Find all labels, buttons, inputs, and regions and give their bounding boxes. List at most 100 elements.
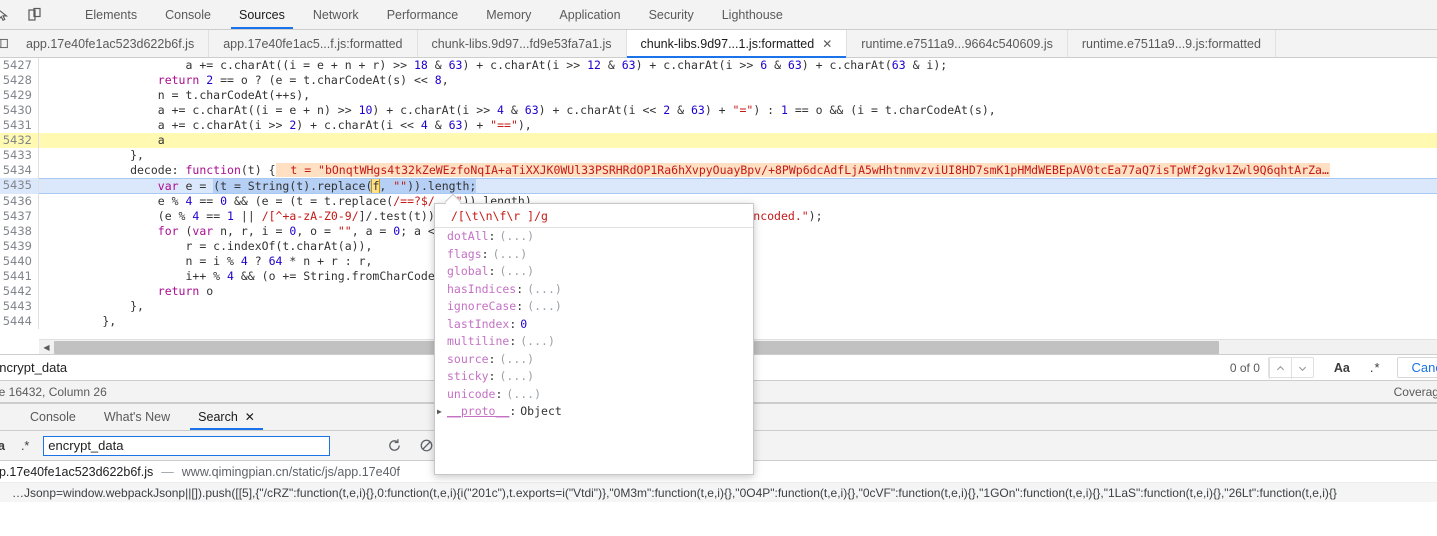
line-number[interactable]: 5438 [0,224,39,239]
line-number[interactable]: 5441 [0,269,39,284]
drawer-tab-search[interactable]: Search ✕ [184,404,269,430]
property-value[interactable]: (...) [493,246,528,264]
find-next-icon[interactable] [1290,358,1313,379]
code-line[interactable]: 5434 decode: function(t) { t = "bOnqtWHg… [0,163,1437,178]
find-match-case-button[interactable]: Aa [1324,361,1360,375]
file-tab-chunk-libs-js[interactable]: chunk-libs.9d97...fd9e53fa7a1.js [418,30,627,57]
line-number[interactable]: 5434 [0,163,39,178]
line-number[interactable]: 5428 [0,73,39,88]
code-text[interactable]: }, [39,148,1437,163]
code-line[interactable]: 5431 a += c.charAt(i >> 2) + c.charAt(i … [0,118,1437,133]
scroll-left-arrow-icon[interactable]: ◀ [39,339,54,355]
object-popover[interactable]: /[\t\n\f\r ]/g dotAll: (...) flags: (...) gl… [434,203,754,475]
close-icon[interactable]: ✕ [245,410,255,424]
code-line[interactable]: 5428 return 2 == o ? (e = t.charCodeAt(s… [0,73,1437,88]
code-text[interactable]: return 2 == o ? (e = t.charCodeAt(s) << … [39,73,1437,88]
close-icon[interactable]: ✕ [822,37,832,51]
popover-property-row[interactable]: unicode: (...) [435,386,753,404]
code-line[interactable]: 5433 }, [0,148,1437,163]
file-tab-label: app.17e40fe1ac5...f.js:formatted [223,36,403,51]
code-text[interactable]: var e = (t = String(t).replace(f, "")).l… [39,178,1437,194]
line-number[interactable]: 5439 [0,239,39,254]
search-result-snippet[interactable]: …Jsonp=window.webpackJsonp||[]).push([[5… [0,482,1437,502]
popover-property-row[interactable]: multiline: (...) [435,333,753,351]
find-cancel-button[interactable]: Cancel [1396,357,1437,378]
line-number[interactable]: 5432 [0,133,39,148]
line-number[interactable]: 5436 [0,194,39,209]
drawer-tab-whats-new[interactable]: What's New [90,404,184,430]
property-value[interactable]: (...) [527,298,562,316]
code-line[interactable]: 5432 a [0,133,1437,148]
file-tab-runtime-js-formatted[interactable]: runtime.e7511a9...9.js:formatted [1068,30,1276,57]
tab-sources[interactable]: Sources [225,0,299,29]
file-tab-app-js[interactable]: app.17e40fe1ac523d622b6f.js [12,30,210,57]
tab-memory[interactable]: Memory [472,0,545,29]
code-text[interactable]: a += c.charAt((i = e + n + r) >> 18 & 63… [39,58,1437,73]
find-previous-icon[interactable] [1268,358,1291,379]
popover-property-row[interactable]: dotAll: (...) [435,228,753,246]
popover-property-row[interactable]: sticky: (...) [435,368,753,386]
popover-property-row[interactable]: ignoreCase: (...) [435,298,753,316]
search-result-filename: pp.17e40fe1ac523d622b6f.js [0,464,154,479]
property-value[interactable]: (...) [520,333,555,351]
property-value[interactable]: (...) [506,386,541,404]
property-value[interactable]: (...) [499,368,534,386]
tab-performance[interactable]: Performance [373,0,473,29]
code-line[interactable]: 5430 a += c.charAt((i = e + n) >> 10) + … [0,103,1437,118]
line-number[interactable]: 5431 [0,118,39,133]
property-key: flags [447,246,482,261]
tab-elements[interactable]: Elements [71,0,151,29]
file-tab-label: chunk-libs.9d97...fd9e53fa7a1.js [431,36,612,51]
popover-property-row[interactable]: flags: (...) [435,246,753,264]
file-tab-app-js-formatted[interactable]: app.17e40fe1ac5...f.js:formatted [209,30,418,57]
file-tab-chunk-libs-js-formatted[interactable]: chunk-libs.9d97...1.js:formatted ✕ [626,30,848,58]
tab-console[interactable]: Console [151,0,225,29]
code-text[interactable]: a += c.charAt((i = e + n) >> 10) + c.cha… [39,103,1437,118]
inspect-element-icon[interactable] [0,2,16,28]
line-number[interactable]: 5430 [0,103,39,118]
code-text[interactable]: n = t.charCodeAt(++s), [39,88,1437,103]
device-toolbar-icon[interactable] [22,2,48,28]
line-number[interactable]: 5442 [0,284,39,299]
line-number[interactable]: 5427 [0,58,39,73]
refresh-icon[interactable] [378,435,410,457]
tab-label: Network [312,7,359,22]
tab-network[interactable]: Network [299,0,373,29]
code-text[interactable]: a [39,133,1437,148]
find-regex-button[interactable]: .* [1360,360,1391,375]
line-number[interactable]: 5435 [0,178,39,194]
code-line[interactable]: 5427 a += c.charAt((i = e + n + r) >> 18… [0,58,1437,73]
property-value[interactable]: (...) [499,228,534,246]
line-number[interactable]: 5440 [0,254,39,269]
popover-property-row[interactable]: source: (...) [435,351,753,369]
line-number[interactable]: 5433 [0,148,39,163]
line-number[interactable]: 5437 [0,209,39,224]
property-value[interactable]: (...) [527,281,562,299]
popover-property-row[interactable]: ▶ __proto__: Object [435,403,753,421]
panel-toggle-icon[interactable] [0,30,12,57]
search-regex-button[interactable]: .* [13,439,37,453]
line-number[interactable]: 5429 [0,88,39,103]
cursor-position: ne 16432, Column 26 [0,384,107,399]
property-value[interactable]: (...) [499,351,534,369]
popover-property-row[interactable]: global: (...) [435,263,753,281]
property-value[interactable]: (...) [499,263,534,281]
drawer-tab-console[interactable]: Console [16,404,90,430]
search-match-case-button[interactable]: a [0,439,13,453]
code-text[interactable]: a += c.charAt(i >> 2) + c.charAt(i << 4 … [39,118,1437,133]
line-number[interactable]: 5444 [0,314,39,329]
tab-label: Console [165,7,211,22]
popover-property-list: dotAll: (...) flags: (...) global: (...) hasIn… [435,228,753,421]
tab-lighthouse[interactable]: Lighthouse [708,0,797,29]
code-line[interactable]: 5435 var e = (t = String(t).replace(f, "… [0,178,1437,194]
code-text[interactable]: decode: function(t) { t = "bOnqtWHgs4t32… [39,163,1437,178]
code-line[interactable]: 5429 n = t.charCodeAt(++s), [0,88,1437,103]
expand-triangle-icon[interactable]: ▶ [437,403,447,421]
file-tab-runtime-js[interactable]: runtime.e7511a9...9664c540609.js [847,30,1068,57]
popover-property-row[interactable]: lastIndex:0 [435,316,753,334]
popover-property-row[interactable]: hasIndices: (...) [435,281,753,299]
tab-application[interactable]: Application [545,0,634,29]
line-number[interactable]: 5443 [0,299,39,314]
search-input[interactable] [43,435,331,456]
tab-security[interactable]: Security [635,0,708,29]
